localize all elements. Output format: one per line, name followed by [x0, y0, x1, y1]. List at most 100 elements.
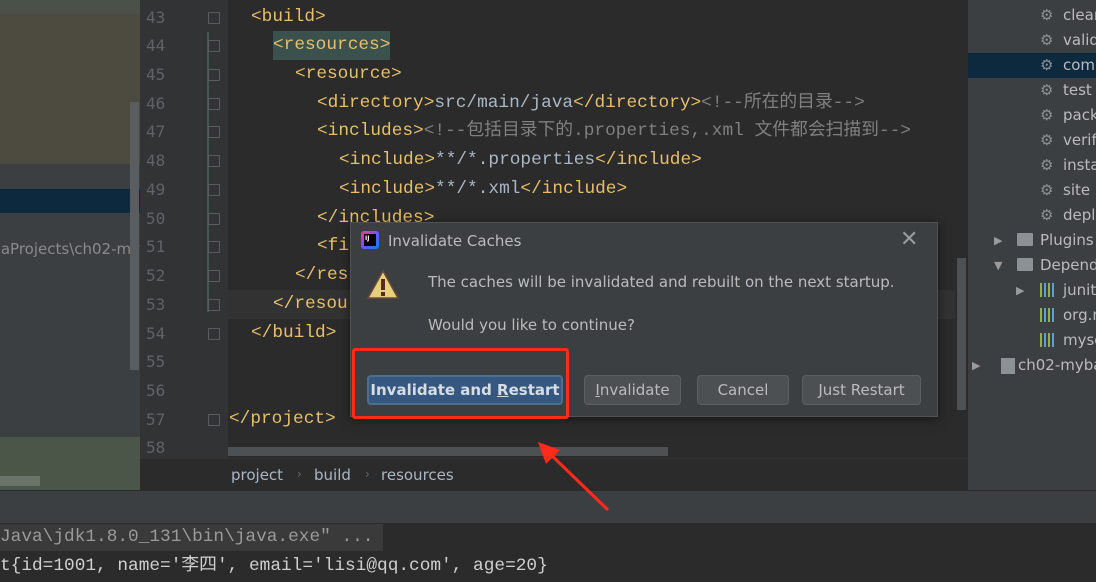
- line-number: 57: [146, 409, 166, 429]
- line-number: 48: [146, 151, 166, 171]
- line-number: 53: [146, 294, 166, 314]
- gear-icon: ⚙: [1040, 181, 1054, 199]
- xml-text: **/*.properties: [435, 150, 596, 171]
- lifecycle-validate[interactable]: validate: [1063, 28, 1096, 53]
- line-number: 56: [146, 380, 166, 400]
- fold-icon[interactable]: [208, 68, 220, 81]
- breadcrumb-resources[interactable]: resources: [381, 466, 454, 484]
- annotation-highlight-box: [352, 348, 569, 419]
- xml-tag: </include>: [520, 178, 628, 199]
- dependencies-folder-icon: [1017, 258, 1033, 271]
- xml-tag: </build>: [251, 322, 337, 343]
- just-restart-button[interactable]: Just Restart: [802, 375, 921, 405]
- breadcrumb-project[interactable]: project: [231, 466, 283, 484]
- invalidate-button[interactable]: Invalidate: [584, 375, 681, 405]
- xml-tag: <resources>: [273, 35, 391, 56]
- lifecycle-test[interactable]: test: [1063, 78, 1092, 103]
- xml-comment: <!--所在的目录-->: [701, 92, 865, 113]
- plugins-node[interactable]: Plugins: [1040, 228, 1094, 253]
- maven-panel: ⚙ clean ⚙ validate ⚙ compile ⚙ test ⚙ package ⚙ ver…: [968, 0, 1096, 490]
- code-line: <fi: [317, 232, 349, 261]
- lifecycle-install[interactable]: install: [1063, 153, 1096, 178]
- code-line: <build>: [251, 3, 326, 32]
- line-number: 58: [146, 438, 166, 458]
- fold-icon[interactable]: [208, 97, 220, 110]
- panel-area: [0, 14, 140, 164]
- gear-icon: ⚙: [1040, 6, 1054, 24]
- fold-icon[interactable]: [208, 155, 220, 168]
- code-line: </project>: [229, 405, 336, 434]
- fold-icon[interactable]: [208, 270, 220, 283]
- lifecycle-clean[interactable]: clean: [1063, 3, 1096, 28]
- xml-tag: <include>: [339, 150, 436, 171]
- fold-icon[interactable]: [208, 11, 220, 24]
- expand-down-icon[interactable]: ▼: [994, 259, 1002, 272]
- line-number: 47: [146, 122, 166, 142]
- breadcrumb-build[interactable]: build: [314, 466, 351, 484]
- fold-icon[interactable]: [208, 40, 220, 53]
- code-line: <directory>src/main/java</directory><!--…: [317, 89, 865, 118]
- editor-scrollbar-v[interactable]: [957, 258, 966, 410]
- gear-icon: ⚙: [1040, 156, 1054, 174]
- fold-icon[interactable]: [208, 183, 220, 196]
- lifecycle-deploy[interactable]: deploy: [1063, 203, 1096, 228]
- dependencies-node[interactable]: Dependencies: [1040, 253, 1096, 278]
- code-line: </resou: [273, 290, 348, 319]
- xml-tag: <includes>: [317, 121, 424, 142]
- fold-icon[interactable]: [208, 126, 220, 139]
- dependency-item[interactable]: mysq: [1063, 328, 1096, 353]
- xml-tag: <resource>: [295, 63, 402, 84]
- dependency-item[interactable]: junit: [1063, 278, 1096, 303]
- run-console[interactable]: Java\jdk1.8.0_131\bin\java.exe" ... t{id…: [0, 523, 1096, 582]
- expand-right-icon[interactable]: ▶: [994, 234, 1002, 247]
- cancel-button[interactable]: Cancel: [697, 375, 789, 405]
- lifecycle-site[interactable]: site: [1063, 178, 1090, 203]
- lifecycle-package[interactable]: package: [1063, 103, 1096, 128]
- code-line: </res: [295, 261, 348, 290]
- expand-right-icon[interactable]: ▶: [1016, 284, 1024, 297]
- xml-text: **/*.xml: [435, 178, 521, 199]
- dialog-question: Would you like to continue?: [428, 316, 635, 334]
- warning-icon: [367, 269, 399, 299]
- expand-right-icon[interactable]: ▶: [972, 359, 980, 372]
- plugins-folder-icon: [1017, 233, 1033, 246]
- line-number: 43: [146, 7, 166, 27]
- panel-scrollbar[interactable]: [130, 102, 139, 370]
- gear-icon: ⚙: [1040, 106, 1054, 124]
- fold-icon[interactable]: [208, 241, 220, 254]
- dialog-title: Invalidate Caches: [388, 232, 522, 250]
- intellij-logo-icon: IJ: [361, 231, 379, 249]
- maven-module-icon: [1001, 358, 1015, 374]
- code-line: <include>**/*.xml</include>: [339, 175, 627, 204]
- panel-scrollbar-h[interactable]: [0, 476, 40, 486]
- fold-icon[interactable]: [208, 327, 220, 340]
- console-output: t{id=1001, name='李四', email='lisi@qq.com…: [0, 556, 548, 576]
- panel-band: [0, 0, 140, 14]
- line-number: 45: [146, 64, 166, 84]
- dependency-item[interactable]: org.m: [1063, 303, 1096, 328]
- library-icon: [1040, 333, 1055, 347]
- console-command: Java\jdk1.8.0_131\bin\java.exe" ...: [0, 527, 374, 547]
- line-number: 52: [146, 266, 166, 286]
- annotation-arrow-icon: [538, 442, 610, 512]
- gear-icon: ⚙: [1040, 56, 1054, 74]
- selected-row[interactable]: [0, 189, 140, 213]
- dialog-message: The caches will be invalidated and rebui…: [428, 273, 895, 291]
- lifecycle-compile[interactable]: compile: [1063, 53, 1096, 78]
- xml-text: src/main/java: [434, 92, 574, 113]
- line-number: 50: [146, 208, 166, 228]
- line-number: 49: [146, 179, 166, 199]
- fold-icon[interactable]: [208, 212, 220, 225]
- line-number: 46: [146, 93, 166, 113]
- xml-tag: <build>: [251, 6, 326, 27]
- label: nvalidate: [599, 381, 670, 399]
- project-node[interactable]: ch02-myba: [1018, 353, 1096, 378]
- lifecycle-verify[interactable]: verify: [1063, 128, 1096, 153]
- close-icon[interactable]: ✕: [900, 227, 918, 252]
- library-icon: [1040, 283, 1055, 297]
- chevron-right-icon: ›: [297, 467, 302, 481]
- fold-icon[interactable]: [208, 298, 220, 311]
- fold-icon[interactable]: [208, 413, 220, 426]
- xml-tag: </directory>: [573, 92, 702, 113]
- code-line: <include>**/*.properties</include>: [339, 146, 702, 175]
